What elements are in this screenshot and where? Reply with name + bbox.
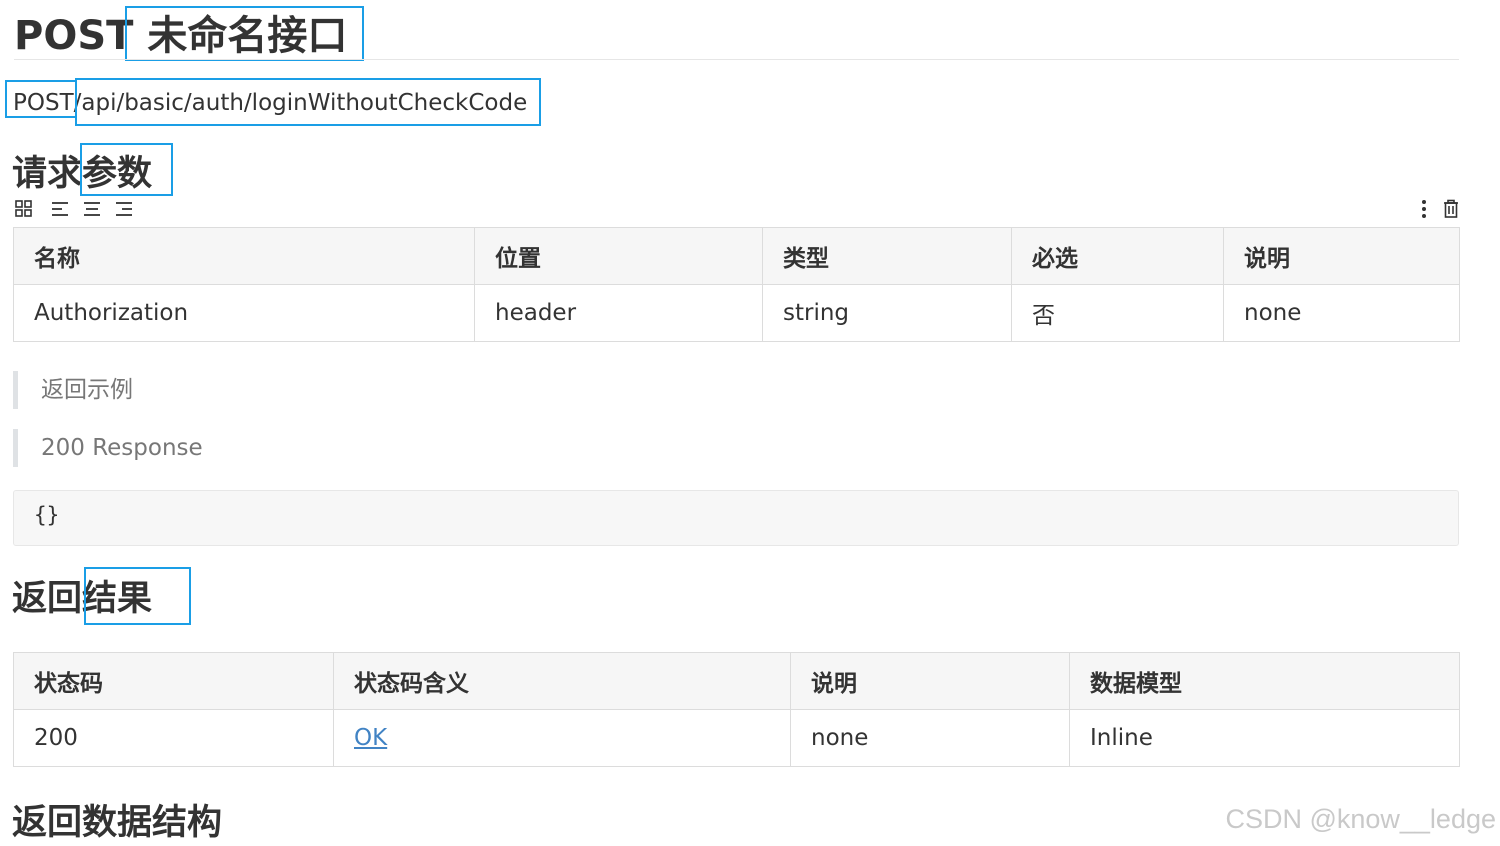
blockquote-text: 返回示例 <box>41 377 133 403</box>
heading-text-prefix: 请求 <box>12 154 83 194</box>
table-cell[interactable]: string <box>762 284 1012 342</box>
response-result-table: 状态码 状态码含义 说明 数据模型 200 OK none Inline <box>13 652 1460 767</box>
table-cell[interactable]: none <box>1223 284 1460 342</box>
table-row: 200 OK none Inline <box>13 709 1460 767</box>
table-cell[interactable]: header <box>474 284 763 342</box>
watermark: CSDN @know__ledge <box>1225 804 1496 834</box>
code-block[interactable]: {} <box>13 490 1459 546</box>
table-cell[interactable]: Authorization <box>13 284 475 342</box>
column-header: 说明 <box>1223 227 1460 285</box>
table-cell[interactable]: 否 <box>1011 284 1224 342</box>
table-cell[interactable]: Inline <box>1069 709 1460 767</box>
table-cell[interactable]: none <box>790 709 1070 767</box>
title-method: POST <box>14 13 134 59</box>
column-header: 数据模型 <box>1069 652 1460 710</box>
title-divider <box>14 59 1459 60</box>
table-cell[interactable]: OK <box>333 709 791 767</box>
trash-icon[interactable] <box>1441 199 1461 219</box>
highlight-box-path <box>75 78 541 126</box>
highlight-box-params <box>80 143 173 196</box>
highlight-box-method <box>5 80 77 118</box>
table-header-row: 状态码 状态码含义 说明 数据模型 <box>13 652 1460 710</box>
column-header: 类型 <box>762 227 1012 285</box>
column-header: 状态码 <box>13 652 334 710</box>
column-header: 位置 <box>474 227 763 285</box>
more-vertical-icon[interactable] <box>1414 199 1434 219</box>
status-ok-link[interactable]: OK <box>354 725 387 751</box>
blockquote-response-code: 200 Response <box>13 429 203 467</box>
align-right-icon[interactable] <box>114 199 134 219</box>
table-row: Authorization header string 否 none <box>13 284 1460 342</box>
blockquote-response-example: 返回示例 <box>13 371 133 409</box>
align-left-icon[interactable] <box>50 199 70 219</box>
request-params-table: 名称 位置 类型 必选 说明 Authorization header stri… <box>13 227 1460 342</box>
column-header: 状态码含义 <box>333 652 791 710</box>
table-header-row: 名称 位置 类型 必选 说明 <box>13 227 1460 285</box>
table-toolbar <box>14 197 134 221</box>
highlight-box-result <box>84 567 191 625</box>
code-text: {} <box>34 503 60 527</box>
column-header: 必选 <box>1011 227 1224 285</box>
column-header: 说明 <box>790 652 1070 710</box>
align-center-icon[interactable] <box>82 199 102 219</box>
highlight-box-title <box>125 6 364 61</box>
blockquote-text: 200 Response <box>41 435 203 461</box>
section-heading-response-structure: 返回数据结构 <box>12 803 223 843</box>
grid-icon[interactable] <box>14 199 34 219</box>
column-header: 名称 <box>13 227 475 285</box>
heading-text-prefix: 返回 <box>12 579 83 619</box>
table-cell[interactable]: 200 <box>13 709 334 767</box>
